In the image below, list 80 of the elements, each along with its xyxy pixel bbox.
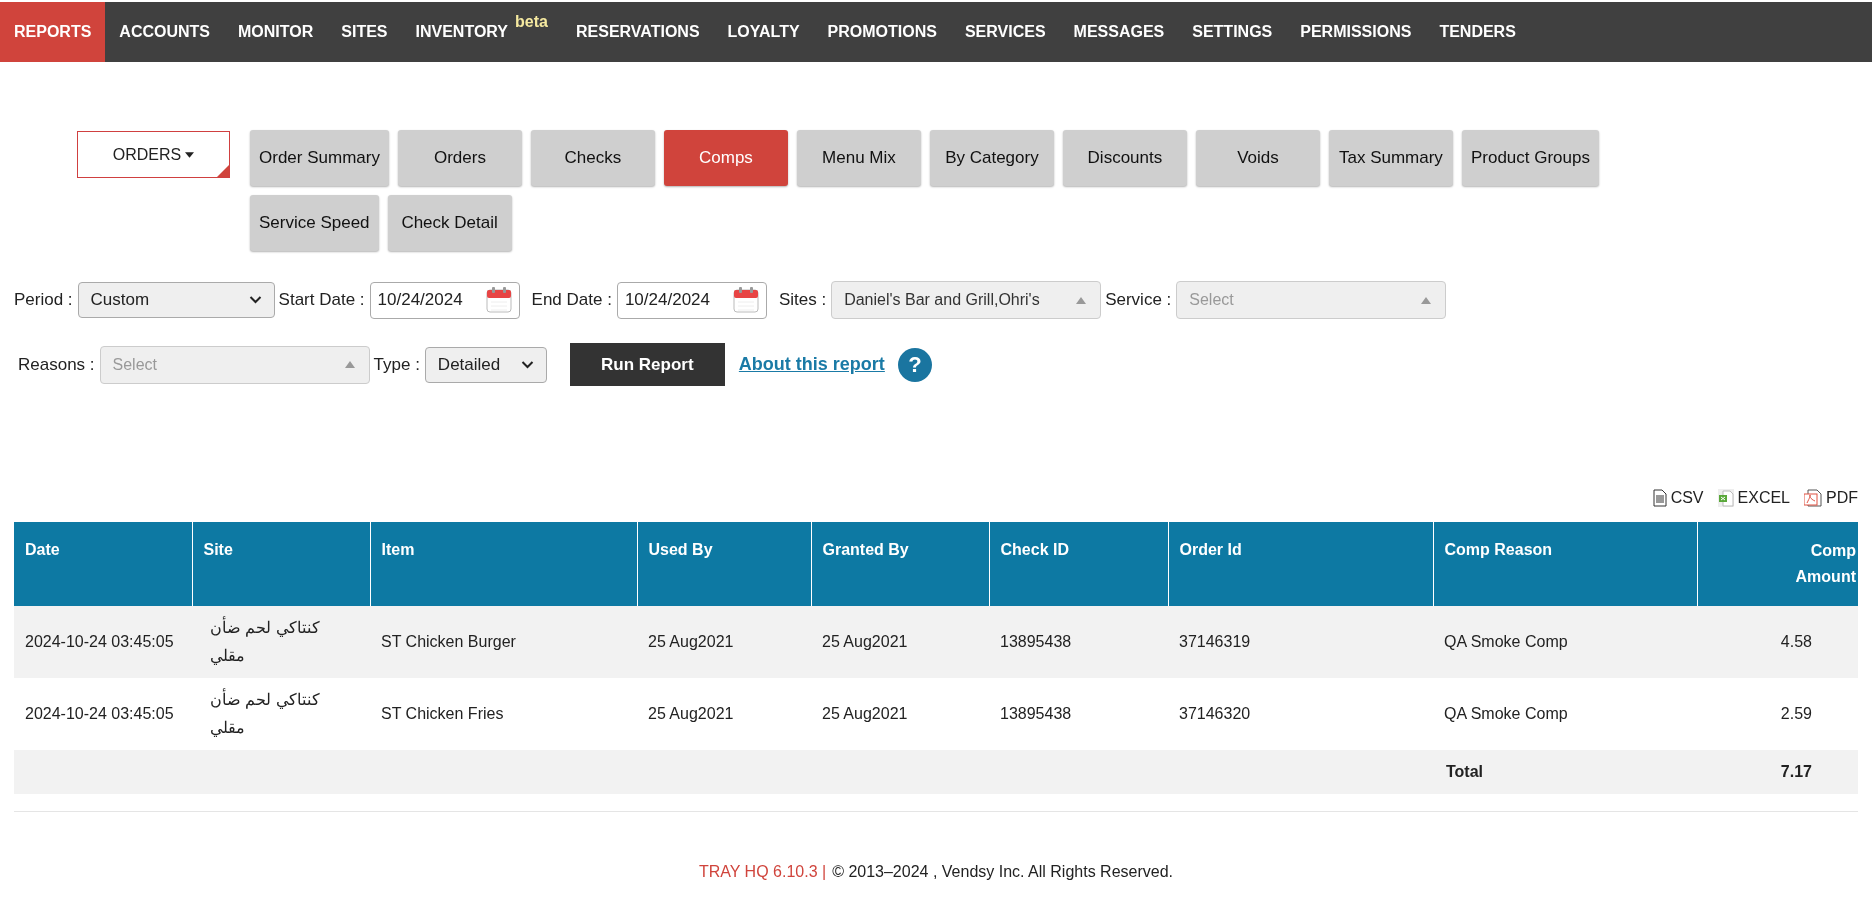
nav-tab[interactable]: PROMOTIONS: [813, 2, 951, 62]
field-label: Start Date :: [278, 289, 365, 312]
nav-tab[interactable]: LOYALTY: [713, 2, 814, 62]
table-cell: 25 Aug2021: [637, 606, 811, 678]
nav-tab[interactable]: MONITOR: [224, 2, 328, 62]
date-field[interactable]: 10/24/2024: [616, 281, 767, 319]
report-group-dropdown[interactable]: ORDERS: [77, 131, 230, 178]
beta-label: beta: [515, 12, 548, 32]
table-cell: 37146320: [1168, 678, 1433, 750]
total-label: Total: [1433, 750, 1697, 794]
chevron-down-icon: [520, 360, 534, 369]
nav-tab[interactable]: RESERVATIONS: [562, 2, 714, 62]
nav-tab[interactable]: SITES: [327, 2, 402, 62]
help-icon[interactable]: ?: [897, 347, 932, 382]
report-button[interactable]: Tax Summary: [1328, 130, 1453, 186]
export-link[interactable]: PDF: [1804, 486, 1858, 510]
export-link[interactable]: CSV: [1652, 486, 1704, 510]
run-report-button[interactable]: Run Report: [569, 343, 725, 386]
dropdown-field[interactable]: Detailed: [424, 346, 547, 383]
copyright-text: © 2013–2024 , Vendsy Inc. All Rights Reserved.: [832, 862, 1174, 882]
about-report-link[interactable]: About this report: [738, 351, 885, 378]
report-button[interactable]: Service Speed: [250, 195, 379, 251]
nav-tab[interactable]: REPORTS: [0, 2, 106, 62]
table-cell: 13895438: [989, 678, 1168, 750]
caret-icon: [185, 151, 195, 158]
spreadsheet-icon: [1717, 489, 1734, 507]
table-cell: 2024-10-24 03:45:05: [14, 606, 192, 678]
report-button[interactable]: Orders: [397, 130, 522, 186]
calendar-icon: [731, 286, 760, 314]
date-field[interactable]: 10/24/2024: [369, 281, 520, 319]
table-cell: 2024-10-24 03:45:05: [14, 678, 192, 750]
report-button[interactable]: Voids: [1195, 130, 1320, 186]
table-cell: ST Chicken Fries: [370, 678, 637, 750]
calendar-icon: [484, 286, 513, 314]
table-cell: 13895438: [989, 606, 1168, 678]
report-button[interactable]: Checks: [530, 130, 655, 186]
multiselect-field[interactable]: Daniel's Bar and Grill,Ohri's: [831, 281, 1102, 319]
triangle-up-icon: [344, 361, 355, 368]
table-cell: QA Smoke Comp: [1433, 606, 1697, 678]
dropdown-field[interactable]: Custom: [77, 282, 275, 318]
report-button[interactable]: Menu Mix: [796, 130, 921, 186]
field-label: Period :: [14, 289, 73, 312]
table-cell: 25 Aug2021: [811, 678, 989, 750]
table-cell: كنتاكي لحم ضأن مقلي: [192, 606, 370, 678]
nav-tab[interactable]: SERVICES: [950, 2, 1060, 62]
chevron-down-icon: [248, 296, 262, 304]
table-cell: ST Chicken Burger: [370, 606, 637, 678]
document-icon: [1804, 489, 1822, 507]
nav-tab[interactable]: SETTINGS: [1178, 2, 1287, 62]
triangle-up-icon: [1076, 296, 1087, 304]
report-button[interactable]: Check Detail: [387, 195, 512, 251]
table-cell: كنتاكي لحم ضأن مقلي: [192, 678, 370, 750]
nav-tab[interactable]: ACCOUNTS: [105, 2, 224, 62]
field-label: Sites :: [778, 289, 827, 312]
report-button[interactable]: By Category: [929, 130, 1054, 186]
column-header[interactable]: Date: [14, 522, 192, 606]
version-text: TRAY HQ 6.10.3 |: [698, 862, 827, 882]
document-icon: [1652, 489, 1667, 507]
nav-tab[interactable]: TENDERS: [1425, 2, 1530, 62]
table-cell: 25 Aug2021: [811, 606, 989, 678]
table-cell: QA Smoke Comp: [1433, 678, 1697, 750]
nav-tab[interactable]: MESSAGES: [1059, 2, 1179, 62]
field-label: End Date :: [531, 289, 612, 312]
nav-tab[interactable]: PERMISSIONS: [1286, 2, 1426, 62]
nav-tab[interactable]: INVENTORY beta: [401, 2, 562, 62]
field-label: Service :: [1105, 289, 1172, 312]
table-cell: 25 Aug2021: [637, 678, 811, 750]
total-value: 7.17: [1697, 750, 1858, 794]
report-button[interactable]: Comps: [663, 130, 788, 186]
table-cell: 2.59: [1697, 678, 1858, 750]
table-cell: 37146319: [1168, 606, 1433, 678]
table-cell: 4.58: [1697, 606, 1858, 678]
field-label: Reasons :: [18, 353, 95, 376]
field-label: Type :: [373, 353, 420, 376]
export-link[interactable]: EXCEL: [1717, 486, 1790, 510]
report-button[interactable]: Order Summary: [250, 130, 389, 186]
report-button[interactable]: Discounts: [1062, 130, 1187, 186]
report-button[interactable]: Product Groups: [1461, 130, 1599, 186]
triangle-up-icon: [1421, 296, 1432, 304]
corner-triangle-icon: [217, 165, 229, 177]
